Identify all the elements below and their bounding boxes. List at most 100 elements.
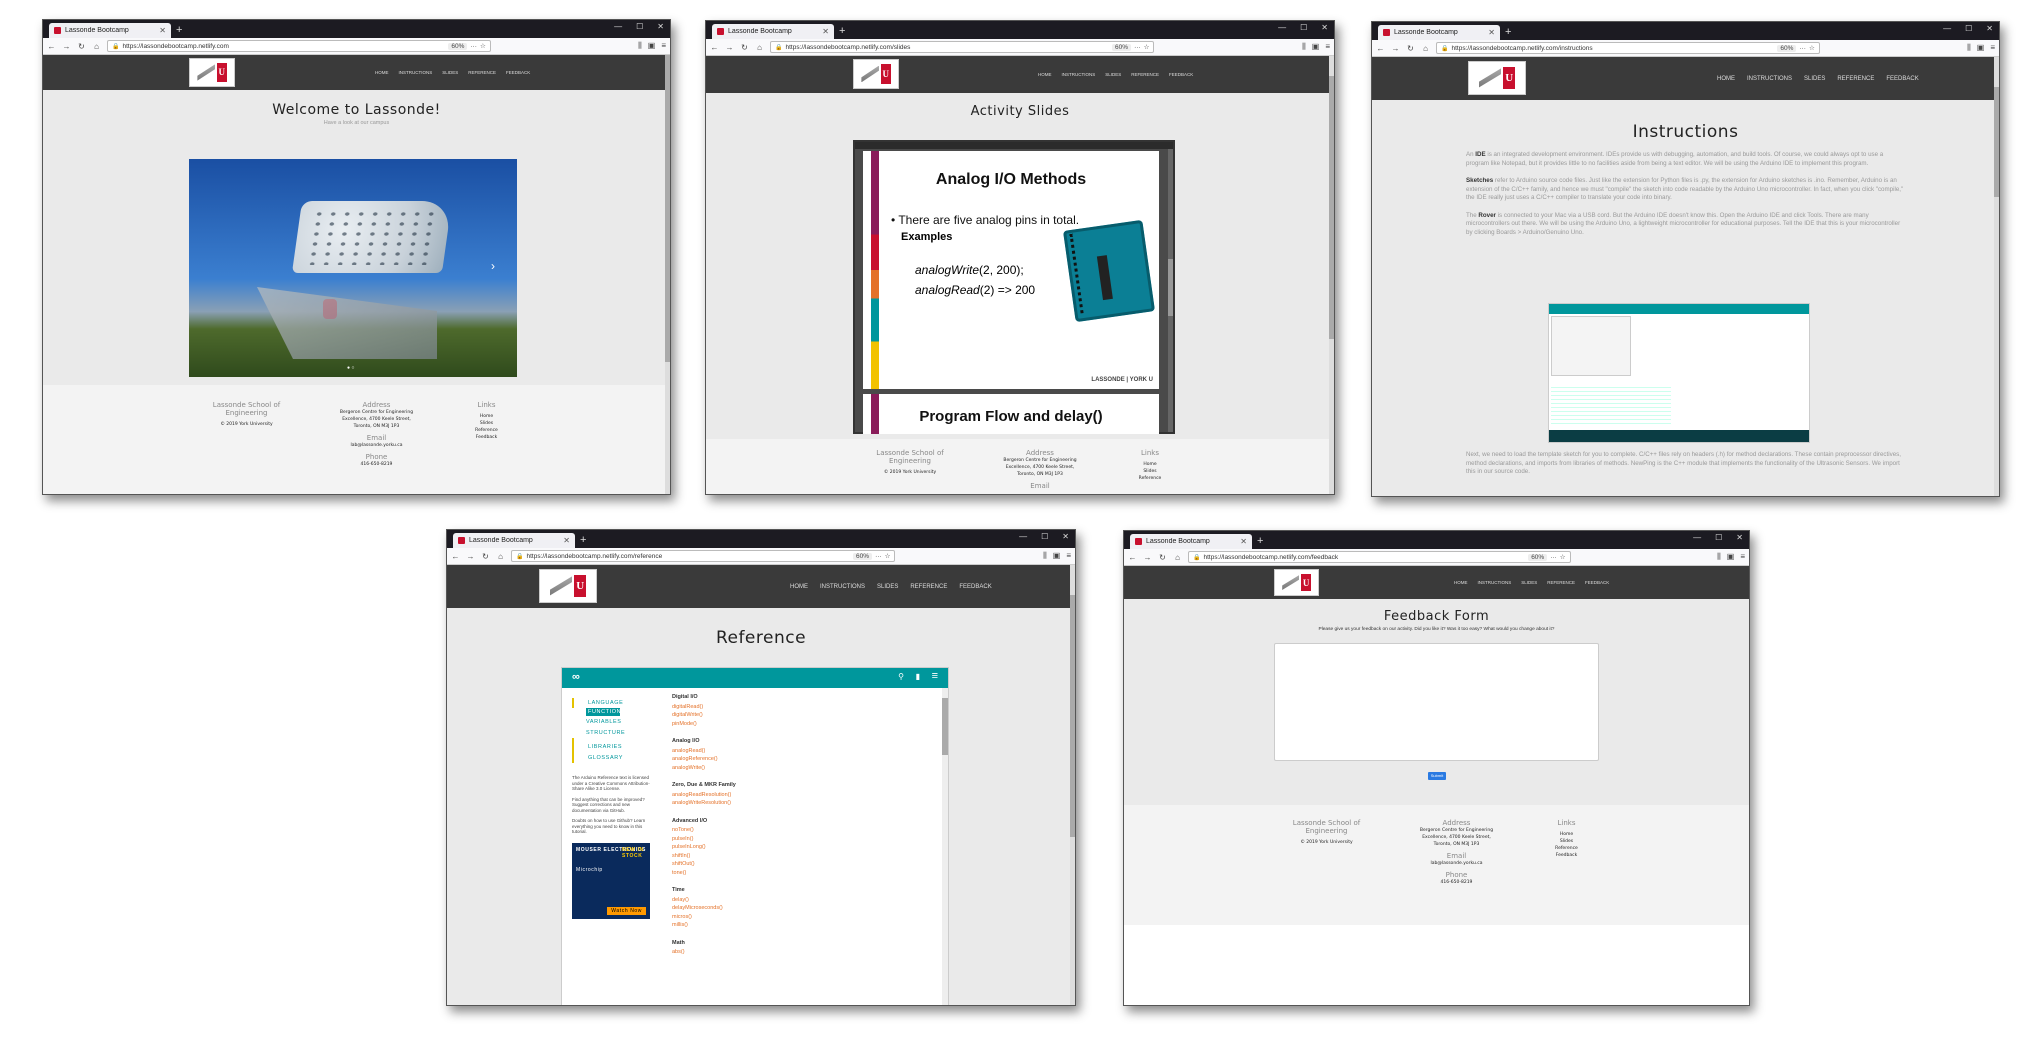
- new-tab-icon[interactable]: +: [839, 24, 845, 39]
- lassonde-logo[interactable]: U: [853, 59, 899, 89]
- submit-button[interactable]: Submit: [1428, 772, 1446, 780]
- menu-home[interactable]: HOME: [790, 584, 808, 590]
- reload-icon[interactable]: ↻: [740, 43, 749, 52]
- sidebar-icon[interactable]: ▣: [1312, 42, 1320, 52]
- reference-function-link[interactable]: micros(): [672, 913, 922, 922]
- search-icon[interactable]: ⚲: [898, 672, 904, 681]
- reference-function-link[interactable]: abs(): [672, 948, 922, 957]
- minimize-icon[interactable]: —: [1693, 533, 1701, 542]
- menu-icon[interactable]: ≡: [661, 41, 666, 51]
- close-window-icon[interactable]: ✕: [1736, 533, 1743, 542]
- menu-slides[interactable]: SLIDES: [877, 584, 898, 590]
- menu-feedback[interactable]: FEEDBACK: [1169, 72, 1193, 77]
- reload-icon[interactable]: ↻: [481, 552, 490, 561]
- minimize-icon[interactable]: —: [614, 22, 622, 31]
- nav-variables[interactable]: VARIABLES: [572, 716, 652, 727]
- library-icon[interactable]: ⫼: [1302, 42, 1306, 52]
- maximize-icon[interactable]: ☐: [1041, 532, 1048, 541]
- reference-scrollbar[interactable]: [942, 688, 948, 1005]
- menu-instructions[interactable]: INSTRUCTIONS: [820, 584, 865, 590]
- reference-function-link[interactable]: analogWrite(): [672, 764, 922, 773]
- browser-tab[interactable]: Lassonde Bootcamp ✕: [712, 24, 834, 39]
- feedback-textarea[interactable]: [1274, 643, 1599, 761]
- menu-instructions[interactable]: INSTRUCTIONS: [1747, 76, 1792, 82]
- url-bar[interactable]: 🔒 https://lassondebootcamp.netlify.com 60%…: [107, 40, 491, 52]
- reference-function-link[interactable]: analogWriteResolution(): [672, 799, 922, 808]
- menu-icon[interactable]: ≡: [1325, 42, 1330, 52]
- reference-function-link[interactable]: pulseInLong(): [672, 843, 922, 852]
- back-icon[interactable]: ←: [710, 43, 719, 52]
- maximize-icon[interactable]: ☐: [1715, 533, 1722, 542]
- reference-function-link[interactable]: analogReference(): [672, 755, 922, 764]
- browser-tab[interactable]: Lassonde Bootcamp ✕: [1130, 534, 1252, 549]
- home-icon[interactable]: ⌂: [1173, 553, 1182, 562]
- close-window-icon[interactable]: ✕: [1986, 24, 1993, 33]
- home-icon[interactable]: ⌂: [496, 552, 505, 561]
- zoom-level[interactable]: 60%: [1112, 43, 1132, 51]
- library-icon[interactable]: ⫼: [638, 41, 642, 51]
- close-tab-icon[interactable]: ✕: [1488, 28, 1495, 37]
- reference-function-link[interactable]: analogRead(): [672, 747, 922, 756]
- nav-functions[interactable]: FUNCTIONS: [586, 708, 625, 716]
- menu-home[interactable]: HOME: [1454, 580, 1468, 585]
- menu-reference[interactable]: REFERENCE: [468, 70, 496, 75]
- scrollbar[interactable]: [1329, 56, 1334, 494]
- menu-home[interactable]: HOME: [375, 70, 389, 75]
- arduino-logo-icon[interactable]: ∞: [572, 671, 580, 683]
- menu-feedback[interactable]: FEEDBACK: [959, 584, 991, 590]
- lassonde-logo[interactable]: U: [1468, 61, 1526, 95]
- close-window-icon[interactable]: ✕: [657, 22, 664, 31]
- scrollbar[interactable]: [1994, 57, 1999, 496]
- zoom-level[interactable]: 60%: [1777, 44, 1797, 52]
- menu-icon[interactable]: ≡: [1990, 43, 1995, 53]
- reference-function-link[interactable]: shiftOut(): [672, 860, 922, 869]
- footer-link-home[interactable]: Home: [467, 413, 507, 420]
- browser-tab[interactable]: Lassonde Bootcamp ✕: [49, 23, 171, 38]
- reference-function-link[interactable]: pinMode(): [672, 720, 922, 729]
- footer-link-feedback[interactable]: Feedback: [467, 434, 507, 441]
- menu-home[interactable]: HOME: [1038, 72, 1052, 77]
- scrollbar[interactable]: [665, 55, 670, 494]
- maximize-icon[interactable]: ☐: [1300, 23, 1307, 32]
- close-tab-icon[interactable]: ✕: [159, 26, 166, 35]
- home-icon[interactable]: ⌂: [1421, 44, 1430, 53]
- forward-icon[interactable]: →: [62, 42, 71, 51]
- url-bar[interactable]: 🔒 https://lassondebootcamp.netlify.com/sl…: [770, 41, 1155, 53]
- browser-tab[interactable]: Lassonde Bootcamp ✕: [453, 533, 575, 548]
- nav-structure[interactable]: STRUCTURE: [572, 727, 652, 738]
- menu-feedback[interactable]: FEEDBACK: [1886, 76, 1918, 82]
- scrollbar[interactable]: [1070, 565, 1075, 1005]
- new-tab-icon[interactable]: +: [1257, 534, 1263, 549]
- zoom-level[interactable]: 60%: [853, 552, 873, 560]
- menu-feedback[interactable]: FEEDBACK: [1585, 580, 1609, 585]
- reload-icon[interactable]: ↻: [77, 42, 86, 51]
- menu-icon[interactable]: ≡: [1066, 551, 1071, 561]
- reference-function-link[interactable]: digitalRead(): [672, 703, 922, 712]
- zoom-level[interactable]: 60%: [448, 42, 468, 50]
- page-actions-icon[interactable]: ···: [1550, 554, 1557, 561]
- reference-function-link[interactable]: delayMicroseconds(): [672, 904, 922, 913]
- reference-function-link[interactable]: noTone(): [672, 826, 922, 835]
- reference-function-link[interactable]: analogReadResolution(): [672, 791, 922, 800]
- menu-instructions[interactable]: INSTRUCTIONS: [1478, 580, 1512, 585]
- campus-carousel[interactable]: › ● ○: [189, 159, 517, 377]
- footer-link-reference[interactable]: Reference: [467, 427, 507, 434]
- ad-button[interactable]: Watch Now: [607, 906, 646, 915]
- home-icon[interactable]: ⌂: [92, 42, 101, 51]
- library-icon[interactable]: ⫼: [1043, 551, 1047, 561]
- sidebar-icon[interactable]: ▣: [1977, 43, 1985, 53]
- reference-function-link[interactable]: pulseIn(): [672, 835, 922, 844]
- page-actions-icon[interactable]: ···: [875, 553, 882, 560]
- maximize-icon[interactable]: ☐: [1965, 24, 1972, 33]
- reference-function-link[interactable]: shiftIn(): [672, 852, 922, 861]
- back-icon[interactable]: ←: [1128, 553, 1137, 562]
- sidebar-icon[interactable]: ▣: [648, 41, 656, 51]
- forward-icon[interactable]: →: [466, 552, 475, 561]
- bookmark-star-icon[interactable]: ☆: [885, 552, 891, 560]
- menu-reference[interactable]: REFERENCE: [910, 584, 947, 590]
- forward-icon[interactable]: →: [1391, 44, 1400, 53]
- carousel-next-icon[interactable]: ›: [491, 259, 495, 273]
- menu-slides[interactable]: SLIDES: [1105, 72, 1121, 77]
- mouser-ad[interactable]: MOUSER ELECTRONICS NEW IN STOCK Microchi…: [572, 842, 650, 919]
- browser-tab[interactable]: Lassonde Bootcamp ✕: [1378, 25, 1500, 40]
